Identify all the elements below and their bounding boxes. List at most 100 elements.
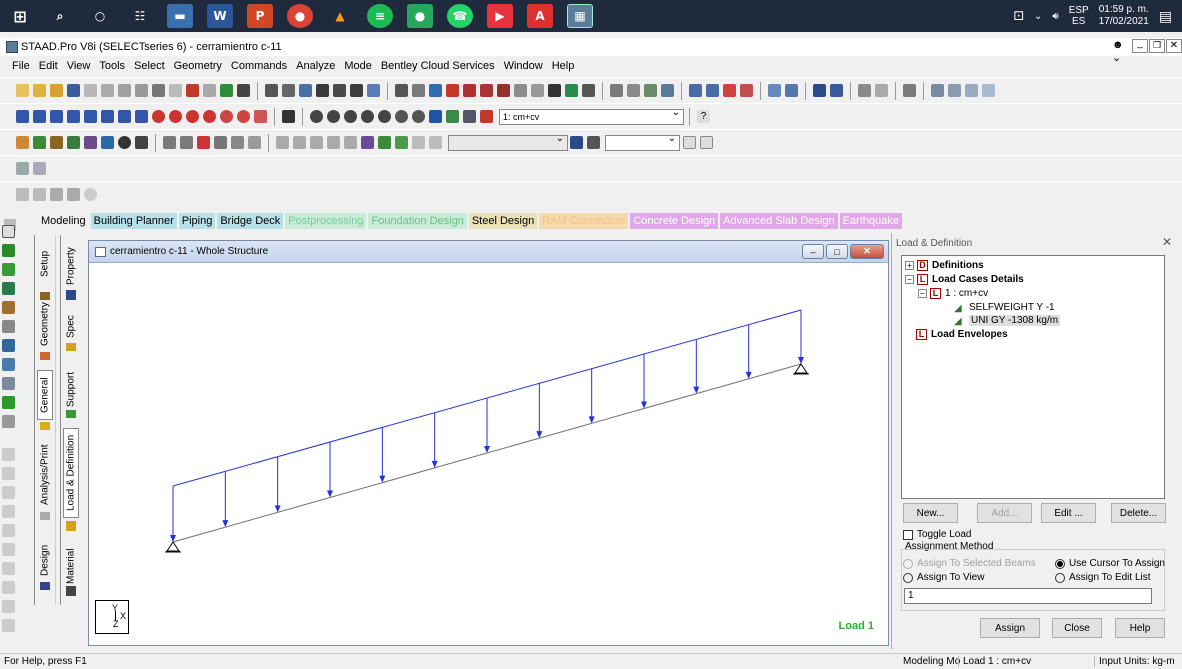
view-3d-8-icon[interactable] [135,110,148,123]
tab-design[interactable]: Design [37,540,53,580]
spinner-icon[interactable] [683,136,696,149]
properties-icon[interactable] [361,136,374,149]
menu-analyze[interactable]: Analyze [296,60,335,72]
step-icon[interactable] [700,136,713,149]
tab-geometry[interactable]: Geometry [37,300,53,348]
angle-icon[interactable] [514,84,527,97]
dimension-icon[interactable] [429,84,442,97]
secondary-combo[interactable] [448,133,568,151]
cursor-icon[interactable] [1,225,15,238]
load-cursor-icon[interactable] [1,415,15,428]
app-green-icon[interactable]: ● [407,4,433,28]
zoom-previous-icon[interactable] [361,110,374,123]
tree-load-cases[interactable]: − L Load Cases Details [905,274,1024,285]
zoom-out-icon[interactable] [327,110,340,123]
frame-icon[interactable] [395,84,408,97]
menu-select[interactable]: Select [134,60,165,72]
undo-icon[interactable] [152,84,165,97]
query-icon[interactable]: ? [697,110,710,123]
tab-ram-connection[interactable]: RAM Connection [539,213,629,229]
task-view-icon[interactable]: ☷ [127,4,153,28]
search-icon[interactable]: ⌕ [47,4,73,28]
zoom-extents-icon[interactable] [378,110,391,123]
measure-icon[interactable] [565,84,578,97]
window-arrange-icon[interactable] [965,84,978,97]
view-close-button[interactable]: ✕ [850,244,884,259]
picture-icon[interactable] [316,84,329,97]
view-minimize-button[interactable]: – [802,244,824,259]
view-3d-6-icon[interactable] [101,110,114,123]
plate-icon[interactable] [84,136,97,149]
notification-icon[interactable]: ▤ [1159,8,1172,25]
info-icon[interactable] [875,84,888,97]
save-icon[interactable] [67,84,80,97]
frame-wizard-icon[interactable] [50,136,63,149]
view-side-icon[interactable] [706,84,719,97]
tab-property[interactable]: Property [63,245,79,287]
cut-icon[interactable] [101,84,114,97]
vlc-icon[interactable]: ▲ [327,4,353,28]
rotate-down-icon[interactable] [169,110,182,123]
rotate-up-icon[interactable] [152,110,165,123]
panel-close-button[interactable]: Close [1052,618,1102,638]
tab-setup[interactable]: Setup [37,240,53,288]
node-icon[interactable] [220,84,233,97]
view-3d-2-icon[interactable] [33,110,46,123]
label-value-icon[interactable] [587,136,600,149]
menu-tools[interactable]: Tools [99,60,125,72]
view-3d-3-icon[interactable] [50,110,63,123]
report-icon[interactable] [333,84,346,97]
clock[interactable]: 01:59 p. m. 17/02/2021 [1099,4,1149,28]
merge-icon[interactable] [197,136,210,149]
tree-uni-load[interactable]: ◢ UNI GY -1308 kg/m [954,315,1061,327]
snap-icon[interactable] [186,84,199,97]
minimize-button[interactable]: _ [1132,39,1148,53]
spin-left-icon[interactable] [220,110,233,123]
help-query-icon[interactable] [548,84,561,97]
highlight-icon[interactable] [570,136,583,149]
structure-wizard-icon[interactable] [16,136,29,149]
lasso-select-icon[interactable] [33,162,46,175]
extrude-icon[interactable] [344,136,357,149]
close-button[interactable]: ✕ [1166,39,1182,53]
annotate-icon[interactable] [582,84,595,97]
pan-icon[interactable] [254,110,267,123]
view-toggle-icon[interactable] [429,110,442,123]
expand-minus-icon[interactable]: − [905,275,914,284]
tab-foundation-design[interactable]: Foundation Design [368,213,467,229]
load-case-combo[interactable]: 1: cm+cv [499,107,684,125]
view-3d-5-icon[interactable] [84,110,97,123]
g-icon[interactable] [214,136,227,149]
symbol-icon[interactable] [903,84,916,97]
view-restore-button[interactable]: □ [826,244,848,259]
split-icon[interactable] [180,136,193,149]
view-iso-icon[interactable] [740,84,753,97]
pointer-icon[interactable] [237,84,250,97]
zoom-selected-icon[interactable] [412,110,425,123]
cortana-icon[interactable]: ○ [87,4,113,28]
menu-commands[interactable]: Commands [231,60,287,72]
view-top-icon[interactable] [723,84,736,97]
tab-bridge-deck[interactable]: Bridge Deck [217,213,284,229]
file-explorer-icon[interactable]: ▬ [167,4,193,28]
case-collapse-icon[interactable]: − [918,289,927,298]
link-icon[interactable] [16,188,29,201]
radio-edit-list[interactable]: Assign To Edit List [1055,572,1151,583]
disabled-tool-10-icon[interactable] [1,619,15,632]
view-3d-4-icon[interactable] [67,110,80,123]
move-icon[interactable] [446,84,459,97]
offset-icon[interactable] [429,136,442,149]
panel-close-icon[interactable]: ✕ [1162,235,1172,249]
radio-assign-view-circle[interactable] [903,572,913,583]
geometry-cursor-icon[interactable] [1,339,15,352]
delete-icon[interactable] [135,84,148,97]
mesh-icon[interactable] [231,136,244,149]
menu-geometry[interactable]: Geometry [174,60,222,72]
magnify-icon[interactable] [463,110,476,123]
supports-icon[interactable] [395,136,408,149]
tab-material[interactable]: Material [63,548,79,584]
copy-icon[interactable] [84,84,97,97]
tab-spec[interactable]: Spec [63,315,79,339]
tree-case-1[interactable]: − L 1 : cm+cv [918,288,988,299]
disabled-tool-1-icon[interactable] [1,448,15,461]
